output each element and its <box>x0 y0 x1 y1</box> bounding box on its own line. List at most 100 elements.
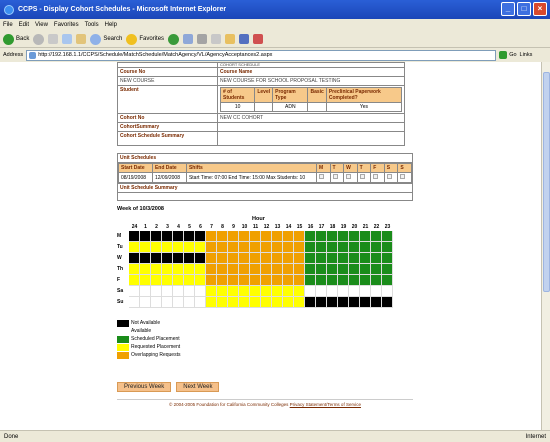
hour-cell <box>129 231 140 242</box>
day-label: W <box>117 255 122 261</box>
hour-cell <box>239 275 250 286</box>
day-t-header: T <box>329 163 345 173</box>
day-sa-checkbox[interactable] <box>386 174 392 179</box>
links-label[interactable]: Links <box>520 52 533 58</box>
hour-cell <box>129 275 140 286</box>
hour-cell <box>294 297 305 308</box>
history-icon[interactable] <box>183 34 194 44</box>
hour-cell <box>382 242 393 253</box>
student-detail: # of Students Level Program Type Basic P… <box>217 85 405 114</box>
legend-item: Not Available <box>117 319 180 327</box>
stop-icon[interactable] <box>48 34 59 44</box>
menu-file[interactable]: File <box>3 22 13 28</box>
hour-cell <box>173 275 184 286</box>
hour-cell <box>349 231 360 242</box>
hour-cell <box>272 264 283 275</box>
day-row: M <box>117 231 393 242</box>
hour-cell <box>283 286 294 297</box>
paperwork-value: Yes <box>325 102 403 112</box>
legend-label: Overlapping Requests <box>131 352 181 358</box>
home-icon[interactable] <box>76 34 87 44</box>
maximize-button[interactable]: □ <box>517 2 531 16</box>
cohort-schedule-summary-label: Cohort Schedule Summary <box>117 131 218 146</box>
page-viewport: COHORT SCHEDULE Course No Course Name NE… <box>0 62 541 430</box>
vertical-scrollbar[interactable] <box>541 62 550 430</box>
day-f-header: F <box>370 163 385 173</box>
hour-cell <box>382 264 393 275</box>
hour-cell <box>250 297 261 308</box>
menu-favorites[interactable]: Favorites <box>54 22 79 28</box>
window-title: CCPS - Display Cohort Schedules - Micros… <box>18 6 227 13</box>
hour-cell <box>140 297 151 308</box>
hour-label: 16 <box>307 224 314 230</box>
hour-cell <box>162 264 173 275</box>
hour-cell <box>294 253 305 264</box>
hour-cell <box>272 286 283 297</box>
messenger-icon[interactable] <box>253 34 264 44</box>
menu-edit[interactable]: Edit <box>19 22 29 28</box>
day-w-checkbox[interactable] <box>346 174 352 179</box>
hour-cell <box>305 231 316 242</box>
search-button[interactable]: Search <box>90 33 122 45</box>
hour-cell <box>371 297 382 308</box>
day-th-checkbox[interactable] <box>359 174 365 179</box>
go-button[interactable]: Go <box>499 51 517 59</box>
minimize-button[interactable]: _ <box>501 2 515 16</box>
hour-cell <box>151 297 162 308</box>
forward-arrow-icon[interactable] <box>33 33 45 45</box>
day-f-checkbox[interactable] <box>373 174 379 179</box>
course-no-value: NEW COURSE <box>117 76 218 86</box>
hour-cell <box>217 231 228 242</box>
back-label: Back <box>16 36 30 42</box>
refresh-icon[interactable] <box>62 34 73 44</box>
hour-label: 3 <box>166 224 169 230</box>
start-date-value: 08/19/2008 <box>118 172 153 183</box>
day-row: Th <box>117 264 393 275</box>
mail-icon[interactable] <box>197 34 208 44</box>
day-su-checkbox[interactable] <box>400 174 406 179</box>
hour-cell <box>151 275 162 286</box>
hour-cell <box>294 242 305 253</box>
address-input[interactable]: http://192.168.1.1/CCPS/Schedule/MatchSc… <box>26 49 497 61</box>
hour-cell <box>173 297 184 308</box>
favorites-button[interactable]: Favorites <box>126 33 164 45</box>
media-icon[interactable] <box>168 33 180 45</box>
hour-cell <box>382 253 393 264</box>
previous-week-button[interactable]: Previous Week <box>117 382 172 392</box>
scrollbar-thumb[interactable] <box>543 72 550 292</box>
legend-label: Scheduled Placement <box>131 336 180 342</box>
end-date-value: 12/09/2008 <box>151 172 187 183</box>
word-icon[interactable] <box>239 34 250 44</box>
print-icon[interactable] <box>211 34 222 44</box>
folder-icon[interactable] <box>225 34 236 44</box>
privacy-link[interactable]: Privacy Statement/Terms of Service <box>290 402 361 407</box>
day-m-checkbox[interactable] <box>318 174 324 179</box>
hour-cell <box>272 253 283 264</box>
cohort-schedule-summary-value <box>217 131 405 146</box>
legend-item: Scheduled Placement <box>117 335 180 343</box>
unit-schedules-title: Unit Schedules <box>117 153 413 163</box>
day-t-checkbox[interactable] <box>332 174 338 179</box>
next-week-button[interactable]: Next Week <box>176 382 220 392</box>
hour-cell <box>250 231 261 242</box>
favorites-star-icon <box>126 33 138 45</box>
hour-label: 21 <box>362 224 369 230</box>
day-label: M <box>117 233 122 239</box>
hour-cell <box>338 231 349 242</box>
status-bar: Done Internet <box>0 430 550 442</box>
hour-cell <box>228 264 239 275</box>
shifts-header: Shifts <box>185 163 317 173</box>
menu-view[interactable]: View <box>35 22 48 28</box>
hour-cell <box>272 242 283 253</box>
toolbar: Back Search Favorites <box>0 31 550 48</box>
hour-cell <box>129 253 140 264</box>
week-nav: Previous Week Next Week <box>117 382 220 392</box>
hour-cell <box>294 275 305 286</box>
hour-cell <box>338 275 349 286</box>
cohort-info-table: COHORT SCHEDULE Course No Course Name NE… <box>117 62 405 146</box>
hour-cell <box>162 253 173 264</box>
menu-tools[interactable]: Tools <box>85 22 99 28</box>
back-button[interactable]: Back <box>3 33 30 45</box>
close-button[interactable]: × <box>533 2 547 16</box>
menu-help[interactable]: Help <box>105 22 117 28</box>
